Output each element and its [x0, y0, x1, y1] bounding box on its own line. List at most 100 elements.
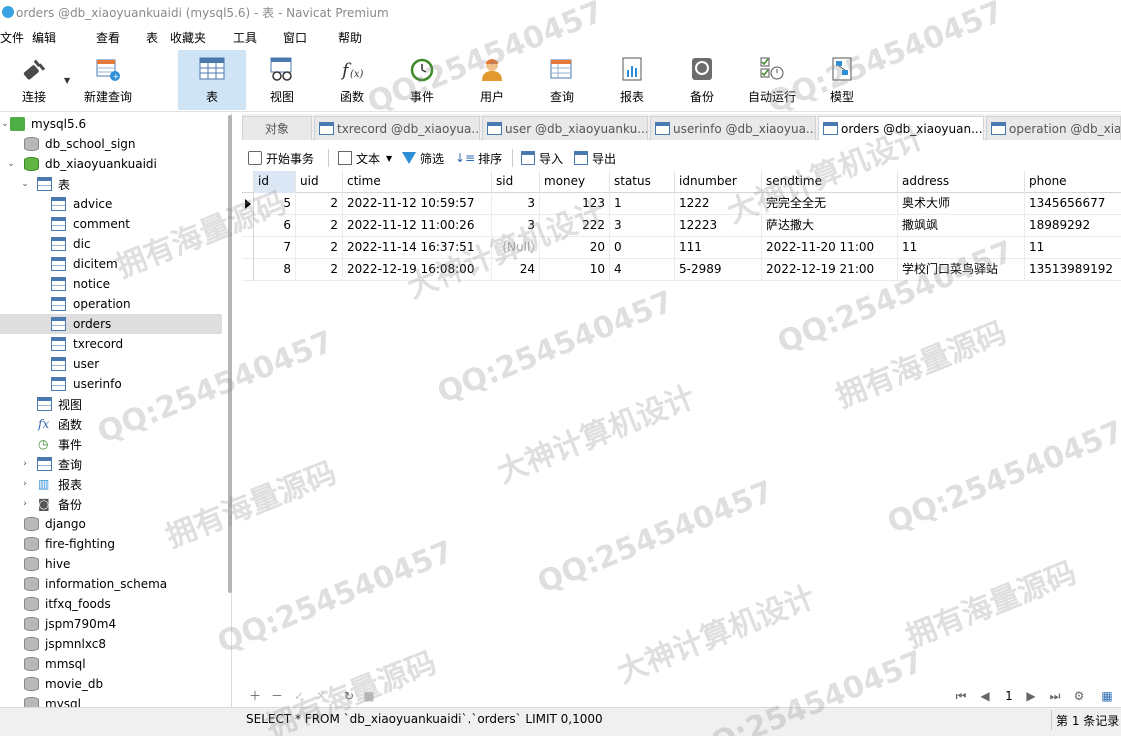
tree-db-information_schema[interactable]: information_schema [0, 574, 222, 594]
tree-db-jspmnlxc8[interactable]: jspmnlxc8 [0, 634, 222, 654]
model-button[interactable]: 模型 [808, 50, 876, 110]
tree-db-django[interactable]: django [0, 514, 222, 534]
cell-status[interactable]: 3 [610, 215, 675, 237]
menu-help[interactable]: 帮助 [338, 29, 362, 46]
cell-ctime[interactable]: 2022-11-12 11:00:26 [343, 215, 492, 237]
tree-table-dicitem[interactable]: dicitem [0, 254, 222, 274]
cell-address[interactable]: 学校门口菜鸟驿站 [898, 259, 1025, 281]
discard-changes-button[interactable]: ✕ [312, 686, 330, 706]
query-button[interactable]: 查询 [528, 50, 596, 110]
row-marker[interactable] [242, 259, 254, 281]
cell-money[interactable]: 10 [540, 259, 610, 281]
cell-money[interactable]: 123 [540, 193, 610, 215]
cell-phone[interactable]: 13513989192 [1025, 259, 1121, 281]
data-grid[interactable]: id uid ctime sid money status idnumber s… [242, 171, 1121, 686]
column-header-id[interactable]: id [254, 171, 296, 193]
chevron-down-icon[interactable]: ⌄ [20, 179, 30, 189]
view-button[interactable]: 视图 [248, 50, 316, 110]
chevron-right-icon[interactable]: › [20, 479, 30, 489]
refresh-button[interactable]: ↻ [340, 686, 358, 706]
cell-sid[interactable]: (Null) [492, 237, 540, 259]
tree-table-advice[interactable]: advice [0, 194, 222, 214]
cell-phone[interactable]: 11 [1025, 237, 1121, 259]
report-button[interactable]: 报表 [598, 50, 666, 110]
user-button[interactable]: 用户 [458, 50, 526, 110]
text-button[interactable]: 文本 ▼ [338, 148, 392, 168]
tree-table-notice[interactable]: notice [0, 274, 222, 294]
tree-queries-group[interactable]: › 查询 [0, 454, 222, 474]
cell-sendtime[interactable]: 2022-11-20 11:00 [762, 237, 898, 259]
cell-id[interactable]: 5 [254, 193, 296, 215]
cell-ctime[interactable]: 2022-12-19 16:08:00 [343, 259, 492, 281]
menu-view[interactable]: 查看 [96, 29, 120, 46]
tree-reports-group[interactable]: › ▥ 报表 [0, 474, 222, 494]
page-number[interactable]: 1 [1000, 686, 1018, 706]
new-query-button[interactable]: + 新建查询 [74, 50, 142, 110]
cell-sid[interactable]: 3 [492, 193, 540, 215]
tab-orders[interactable]: orders @db_xiaoyuan... [818, 116, 984, 140]
cell-idnumber[interactable]: 5-2989 [675, 259, 762, 281]
chevron-right-icon[interactable]: › [20, 499, 30, 509]
cell-id[interactable]: 8 [254, 259, 296, 281]
backup-button[interactable]: 备份 [668, 50, 736, 110]
cell-uid[interactable]: 2 [296, 259, 343, 281]
tree-db-hive[interactable]: hive [0, 554, 222, 574]
next-page-button[interactable]: ▶ [1022, 686, 1040, 706]
cell-id[interactable]: 7 [254, 237, 296, 259]
tree-connection[interactable]: ⌄ mysql5.6 [0, 114, 222, 134]
column-header-sid[interactable]: sid [492, 171, 540, 193]
column-header-money[interactable]: money [540, 171, 610, 193]
column-header-sendtime[interactable]: sendtime [762, 171, 898, 193]
tree-db-open[interactable]: ⌄ db_xiaoyuankuaidi [0, 154, 222, 174]
grid-view-icon[interactable]: ▦ [1098, 686, 1116, 706]
menu-file[interactable]: 文件 [0, 29, 24, 46]
cell-id[interactable]: 6 [254, 215, 296, 237]
chevron-right-icon[interactable]: › [20, 459, 30, 469]
add-record-button[interactable]: ＋ [246, 686, 264, 706]
cell-sendtime[interactable]: 萨达撒大 [762, 215, 898, 237]
row-marker[interactable] [242, 237, 254, 259]
cell-phone[interactable]: 1345656677 [1025, 193, 1121, 215]
column-header-status[interactable]: status [610, 171, 675, 193]
cell-status[interactable]: 0 [610, 237, 675, 259]
tree-db-mysql[interactable]: mysql [0, 694, 222, 707]
tree-db-movie_db[interactable]: movie_db [0, 674, 222, 694]
cell-idnumber[interactable]: 12223 [675, 215, 762, 237]
table-row[interactable]: 5 2 2022-11-12 10:59:57 3 123 1 1222 完完全… [242, 193, 1121, 215]
column-header-phone[interactable]: phone [1025, 171, 1121, 193]
begin-transaction-button[interactable]: 开始事务 [248, 148, 314, 168]
filter-button[interactable]: 筛选 [402, 148, 444, 168]
function-button[interactable]: f (x) 函数 [318, 50, 386, 110]
tree-table-orders[interactable]: orders [0, 314, 222, 334]
cell-sid[interactable]: 24 [492, 259, 540, 281]
row-marker[interactable] [242, 193, 254, 215]
cell-idnumber[interactable]: 1222 [675, 193, 762, 215]
cell-sendtime[interactable]: 2022-12-19 21:00 [762, 259, 898, 281]
tree-events-group[interactable]: ◷ 事件 [0, 434, 222, 454]
menu-window[interactable]: 窗口 [283, 29, 307, 46]
cell-money[interactable]: 222 [540, 215, 610, 237]
column-header-address[interactable]: address [898, 171, 1025, 193]
cell-status[interactable]: 1 [610, 193, 675, 215]
cell-ctime[interactable]: 2022-11-12 10:59:57 [343, 193, 492, 215]
tab-user[interactable]: user @db_xiaoyuanku... [482, 116, 648, 140]
tree-backups-group[interactable]: › ◙ 备份 [0, 494, 222, 514]
cell-sid[interactable]: 3 [492, 215, 540, 237]
cell-uid[interactable]: 2 [296, 237, 343, 259]
export-button[interactable]: 导出 [574, 148, 616, 168]
gear-icon[interactable]: ⚙ [1070, 686, 1088, 706]
apply-changes-button[interactable]: ✓ [290, 686, 308, 706]
column-header-uid[interactable]: uid [296, 171, 343, 193]
schedule-button[interactable]: 自动运行 [738, 50, 806, 110]
cell-address[interactable]: 撒飒飒 [898, 215, 1025, 237]
last-page-button[interactable]: ⏭ [1046, 686, 1064, 706]
menu-edit[interactable]: 编辑 [32, 29, 56, 46]
table-row[interactable]: 8 2 2022-12-19 16:08:00 24 10 4 5-2989 2… [242, 259, 1121, 281]
sidebar-scrollbar[interactable] [228, 115, 232, 593]
table-row[interactable]: 7 2 2022-11-14 16:37:51 (Null) 20 0 111 … [242, 237, 1121, 259]
tree-tables-group[interactable]: ⌄ 表 [0, 174, 222, 194]
cell-uid[interactable]: 2 [296, 193, 343, 215]
chevron-down-icon[interactable]: ⌄ [6, 159, 16, 169]
stop-button[interactable]: ■ [360, 686, 378, 706]
chevron-down-icon[interactable]: ▼ [386, 154, 392, 163]
